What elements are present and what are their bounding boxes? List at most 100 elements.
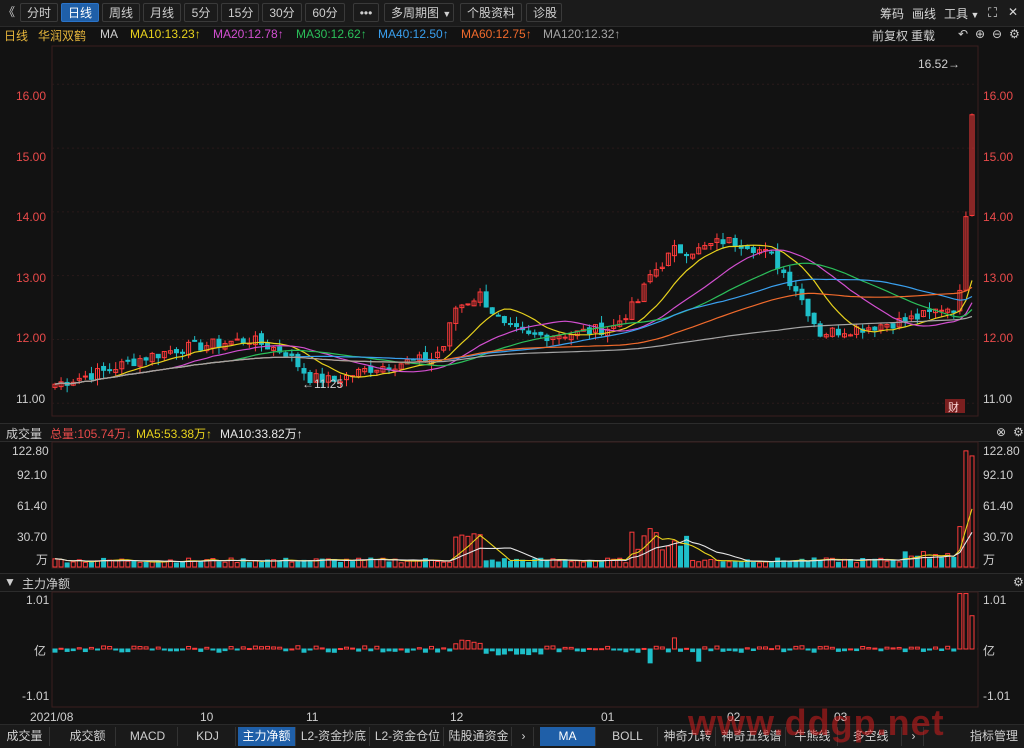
tab-l2-bottom[interactable]: L2-资金抄底: [298, 727, 370, 746]
price-chart[interactable]: 16.52→ ←11.25 财: [0, 44, 1024, 422]
candle-body: [926, 309, 932, 312]
flow-bar: [283, 648, 289, 652]
flow-bar: [368, 648, 374, 652]
candle-body: [82, 375, 88, 378]
flow-chart[interactable]: [0, 591, 1024, 708]
volume-bar: [137, 561, 143, 568]
tab-volume[interactable]: 成交量: [0, 727, 50, 746]
indicator-manage-button[interactable]: 指标管理: [966, 727, 1022, 746]
flow-bar: [307, 648, 313, 651]
flow-bar: [101, 645, 107, 650]
ma-label: MA: [100, 27, 118, 41]
period-fenshi[interactable]: 分时: [20, 3, 58, 22]
tab-td9[interactable]: 神奇九转: [660, 727, 716, 746]
volume-bar: [465, 535, 471, 568]
panel-settings-icon[interactable]: ⚙: [1013, 425, 1024, 439]
volume-bar: [64, 562, 70, 568]
diagnose-button[interactable]: 诊股: [526, 3, 562, 22]
volume-bar: [441, 561, 447, 568]
tab-boll[interactable]: BOLL: [598, 727, 658, 746]
candle-body: [532, 332, 538, 335]
tabs-next-icon[interactable]: ›: [904, 727, 924, 746]
candle-body: [143, 357, 149, 361]
flow-bar: [204, 646, 210, 650]
flow-bar: [562, 646, 568, 650]
period-weekly[interactable]: 周线: [102, 3, 140, 22]
volume-title[interactable]: 成交量: [6, 425, 42, 442]
stock-info-button[interactable]: 个股资料: [460, 3, 522, 22]
volume-bar: [82, 561, 88, 568]
tools-button[interactable]: 工具 ▼: [944, 5, 979, 22]
close-panel-icon[interactable]: ⊗: [996, 425, 1006, 439]
candle-body: [787, 271, 793, 287]
volume-bar: [252, 560, 258, 568]
period-15min[interactable]: 15分: [221, 3, 259, 22]
volume-bar: [447, 561, 453, 568]
flow-bar: [696, 648, 702, 662]
candle-body: [489, 307, 495, 314]
tab-bull-bear[interactable]: 牛熊线: [788, 727, 838, 746]
volume-bar: [113, 559, 119, 568]
flow-title[interactable]: 主力净额: [22, 575, 70, 592]
period-60min[interactable]: 60分: [305, 3, 345, 22]
adjust-button[interactable]: 前复权: [872, 27, 908, 44]
volume-bar: [520, 559, 526, 568]
volume-bar: [835, 561, 841, 568]
zoom-in-icon[interactable]: ⊕: [975, 27, 985, 41]
chips-button[interactable]: 筹码: [880, 5, 904, 22]
volume-chart[interactable]: [0, 441, 1024, 569]
volume-bar: [283, 557, 289, 568]
flow-bar: [265, 645, 271, 650]
flow-bar: [435, 648, 441, 653]
flow-bar: [599, 648, 605, 651]
tab-five-line[interactable]: 神奇五线谱: [718, 727, 786, 746]
drawing-button[interactable]: 画线: [912, 5, 936, 22]
flow-bar: [793, 645, 799, 650]
flow-bar: [337, 647, 343, 650]
period-daily[interactable]: 日线: [61, 3, 99, 22]
tab-macd[interactable]: MACD: [118, 727, 178, 746]
tab-kdj[interactable]: KDJ: [180, 727, 236, 746]
caret-down-icon: ▼: [442, 9, 452, 19]
candle-body: [872, 326, 878, 331]
flow-bar: [829, 646, 835, 650]
volume-bar: [720, 561, 726, 568]
flow-bar: [137, 646, 143, 650]
back-icon[interactable]: 《: [0, 3, 18, 22]
tab-long-short[interactable]: 多空线: [840, 727, 902, 746]
collapse-icon[interactable]: ▼: [4, 575, 16, 589]
undo-icon[interactable]: ↶: [958, 27, 968, 41]
flow-bar: [617, 648, 623, 651]
volume-bar: [775, 557, 781, 568]
fullscreen-icon[interactable]: ⛶: [988, 5, 997, 21]
flow-bar: [550, 645, 556, 650]
candle-body: [678, 244, 684, 254]
tab-main-net-flow[interactable]: 主力净额: [238, 727, 296, 746]
flow-bar: [131, 645, 137, 650]
tab-ma[interactable]: MA: [540, 727, 596, 746]
period-5min[interactable]: 5分: [184, 3, 218, 22]
candle-body: [501, 316, 507, 324]
flow-bar: [514, 648, 520, 655]
volume-bar: [920, 551, 926, 568]
period-label: 日线: [4, 29, 29, 43]
tab-northbound[interactable]: 陆股通资金: [446, 727, 512, 746]
period-monthly[interactable]: 月线: [143, 3, 181, 22]
ma120-value: MA120:12.32↑: [543, 27, 621, 41]
close-icon[interactable]: ✕: [1008, 5, 1018, 19]
flow-bar: [592, 648, 598, 651]
tab-turnover[interactable]: 成交额: [60, 727, 116, 746]
volume-bar: [149, 561, 155, 568]
settings-gear-icon[interactable]: ⚙: [1009, 27, 1020, 41]
flow-bar: [678, 648, 684, 652]
flow-bar: [386, 648, 392, 652]
panel-settings-icon[interactable]: ⚙: [1013, 575, 1024, 589]
more-icon[interactable]: •••: [353, 3, 379, 22]
tab-l2-position[interactable]: L2-资金仓位: [372, 727, 444, 746]
multi-period-dropdown[interactable]: 多周期图 ▼: [384, 3, 454, 22]
zoom-out-icon[interactable]: ⊖: [992, 27, 1002, 41]
tabs-next-icon[interactable]: ›: [514, 727, 534, 746]
period-30min[interactable]: 30分: [262, 3, 302, 22]
overlay-button[interactable]: 重载: [911, 27, 935, 44]
volume-bar: [228, 557, 234, 568]
